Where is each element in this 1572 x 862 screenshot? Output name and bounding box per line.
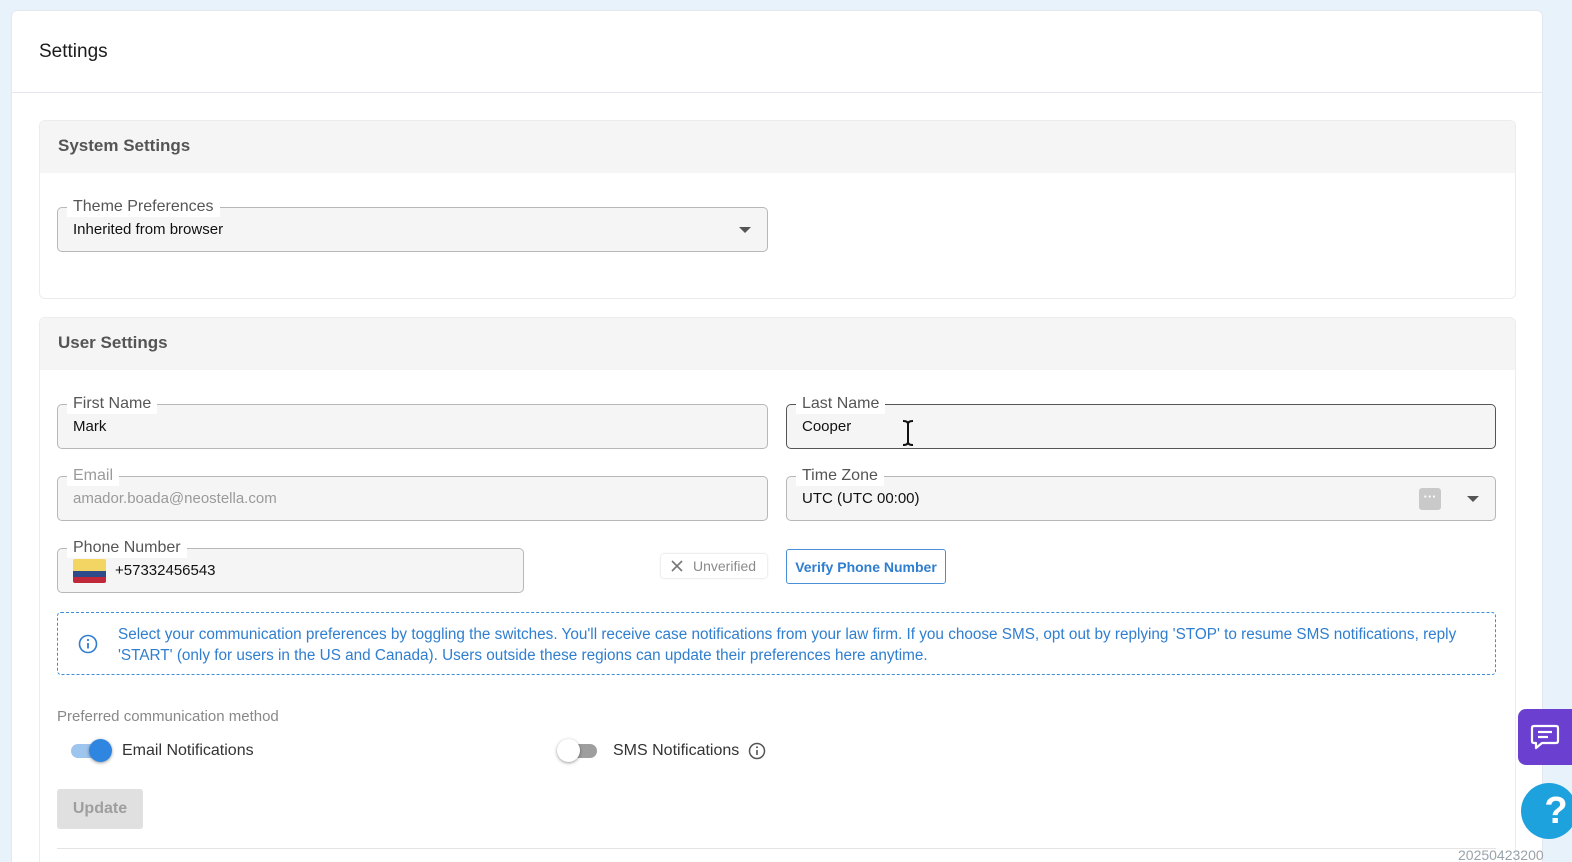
preferred-method-label: Preferred communication method	[57, 708, 279, 725]
last-name-value: Cooper	[802, 418, 852, 435]
theme-value: Inherited from browser	[73, 221, 224, 238]
verify-phone-button[interactable]: Verify Phone Number	[786, 549, 946, 584]
chevron-down-icon	[739, 227, 751, 233]
close-icon	[671, 560, 683, 572]
colombia-flag-icon[interactable]	[73, 559, 106, 583]
email-notifications-label: Email Notifications	[122, 742, 254, 759]
chat-icon	[1530, 724, 1560, 750]
unverified-badge: Unverified	[661, 554, 767, 578]
info-icon	[78, 634, 98, 654]
chat-button[interactable]	[1518, 709, 1572, 765]
theme-select[interactable]: Theme Preferences Inherited from browser	[57, 197, 768, 252]
help-button[interactable]: ?	[1521, 783, 1572, 839]
last-name-label: Last Name	[796, 394, 886, 414]
chevron-down-icon	[1467, 496, 1479, 502]
page-header: Settings	[12, 11, 1542, 93]
unverified-text: Unverified	[693, 558, 757, 574]
notice-text: Select your communication preferences by…	[118, 626, 1457, 664]
last-name-field[interactable]: Last Name Cooper	[786, 394, 1496, 449]
system-settings-title: System Settings	[40, 121, 1515, 173]
toggle-knob	[89, 739, 112, 762]
time-zone-label: Time Zone	[796, 466, 884, 486]
build-id: 20250423200	[1458, 847, 1544, 862]
phone-number-value: +57332456543	[115, 562, 216, 579]
user-settings-title: User Settings	[40, 318, 1515, 370]
info-icon[interactable]	[748, 742, 766, 760]
email-notifications-toggle[interactable]	[69, 738, 113, 762]
sms-notifications-toggle[interactable]	[557, 738, 601, 762]
time-zone-select[interactable]: Time Zone UTC (UTC 00:00) ···	[786, 466, 1496, 521]
time-zone-value: UTC (UTC 00:00)	[802, 490, 920, 507]
phone-number-field[interactable]: Phone Number +57332456543	[57, 538, 524, 593]
flag-stripe-red	[73, 577, 106, 583]
more-icon[interactable]: ···	[1419, 488, 1441, 510]
first-name-value: Mark	[73, 418, 107, 435]
theme-label: Theme Preferences	[67, 197, 220, 217]
email-value: amador.boada@neostella.com	[73, 490, 277, 507]
first-name-label: First Name	[67, 394, 158, 414]
divider	[57, 848, 1496, 849]
toggle-knob	[557, 739, 580, 762]
flag-stripe-yellow	[73, 559, 106, 571]
text-cursor-icon	[902, 420, 914, 446]
update-button[interactable]: Update	[57, 789, 143, 829]
page-title: Settings	[39, 41, 108, 62]
first-name-field[interactable]: First Name Mark	[57, 394, 768, 449]
communication-notice: Select your communication preferences by…	[57, 612, 1496, 675]
email-label: Email	[67, 466, 120, 486]
sms-notifications-label: SMS Notifications	[613, 742, 740, 759]
email-field: Email amador.boada@neostella.com	[57, 466, 768, 521]
phone-number-label: Phone Number	[67, 538, 187, 558]
